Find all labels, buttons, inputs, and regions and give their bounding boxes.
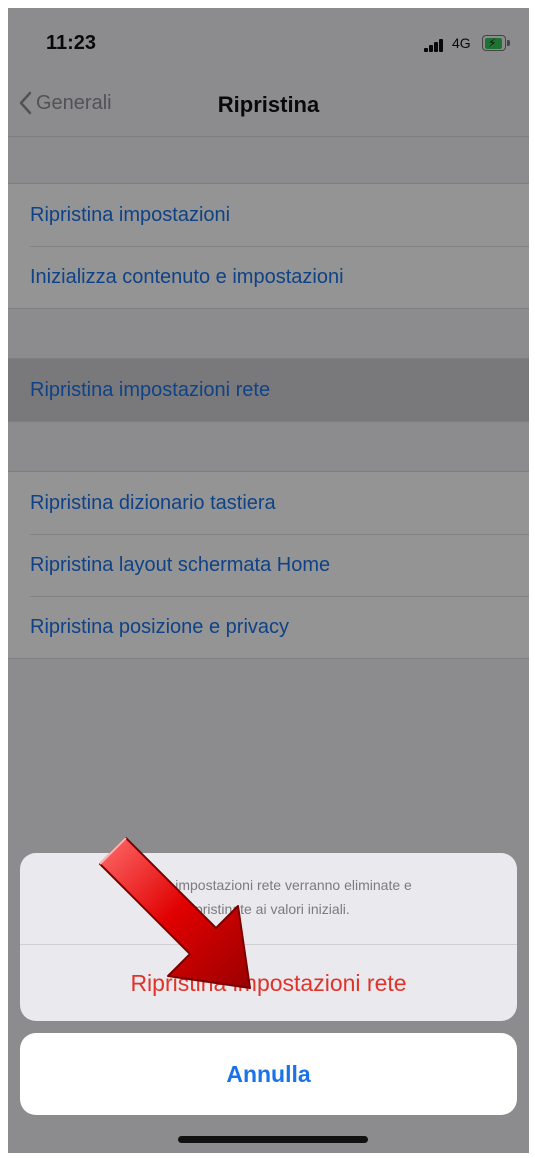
cancel-button[interactable]: Annulla [20,1033,517,1115]
action-sheet-message: Tutte le impostazioni rete verranno elim… [20,853,517,945]
home-indicator[interactable] [178,1136,368,1143]
action-sheet: Tutte le impostazioni rete verranno elim… [20,853,517,1021]
red-arrow-icon [99,837,251,989]
phone-screen: 11:23 4G ⚡ Generali Ripristina Ripristin… [8,8,529,1153]
confirm-reset-network-button[interactable]: Ripristina impostazioni rete [20,946,517,1021]
